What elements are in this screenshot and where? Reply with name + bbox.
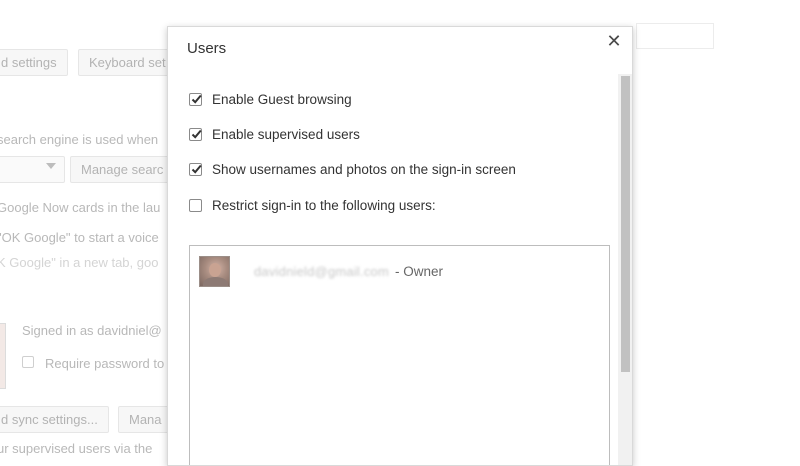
user-list[interactable]: davidnield@gmail.com - Owner: [189, 245, 610, 465]
show-usernames-checkbox[interactable]: [189, 162, 202, 176]
guest-browsing-option[interactable]: Enable Guest browsing: [189, 91, 352, 107]
restrict-signin-option[interactable]: Restrict sign-in to the following users:: [189, 197, 436, 213]
scrollbar[interactable]: [618, 74, 632, 465]
signed-in-text: Signed in as davidniel@: [22, 323, 162, 338]
manage-button[interactable]: Mana: [118, 406, 173, 433]
advanced-sync-settings-button[interactable]: d sync settings...: [0, 406, 109, 433]
show-usernames-option[interactable]: Show usernames and photos on the sign-in…: [189, 161, 516, 177]
checkmark-icon: [191, 129, 202, 139]
chevron-down-icon: [46, 163, 56, 169]
search-engine-select[interactable]: [0, 156, 65, 183]
google-now-description: Google Now cards in the lau: [0, 200, 161, 215]
supervised-users-description: ur supervised users via the: [0, 441, 153, 456]
avatar: [199, 255, 230, 287]
require-password-label: Require password to: [45, 356, 165, 371]
restrict-signin-label: Restrict sign-in to the following users:: [212, 197, 436, 213]
require-password-checkbox[interactable]: [22, 356, 34, 368]
guest-browsing-checkbox[interactable]: [189, 92, 202, 106]
supervised-users-label: Enable supervised users: [212, 126, 360, 142]
supervised-users-checkbox[interactable]: [189, 127, 202, 141]
manage-search-engines-button[interactable]: Manage searc: [70, 156, 173, 183]
checkmark-icon: [191, 164, 202, 174]
scrollbar-thumb[interactable]: [621, 76, 630, 372]
show-usernames-label: Show usernames and photos on the sign-in…: [212, 161, 516, 177]
user-email: davidnield@gmail.com: [254, 263, 389, 279]
dialog-title: Users: [187, 40, 227, 57]
users-dialog: Users ✕ Enable Guest browsing Enable sup…: [167, 26, 633, 466]
sync-settings-button[interactable]: d settings: [0, 49, 68, 76]
search-engine-description: search engine is used when: [0, 132, 159, 147]
ok-google-description-2: K Google" in a new tab, goo: [0, 255, 159, 270]
close-icon[interactable]: ✕: [604, 31, 624, 51]
account-avatar: [0, 323, 6, 389]
user-role: - Owner: [394, 263, 443, 279]
guest-browsing-label: Enable Guest browsing: [212, 91, 352, 107]
ok-google-description: "OK Google" to start a voice: [0, 230, 159, 245]
keyboard-settings-button[interactable]: Keyboard set: [78, 49, 173, 76]
supervised-users-option[interactable]: Enable supervised users: [189, 126, 360, 142]
list-item[interactable]: davidnield@gmail.com - Owner: [199, 255, 443, 287]
checkmark-icon: [191, 94, 202, 104]
restrict-signin-checkbox[interactable]: [189, 198, 202, 212]
settings-search-input[interactable]: [636, 23, 714, 49]
